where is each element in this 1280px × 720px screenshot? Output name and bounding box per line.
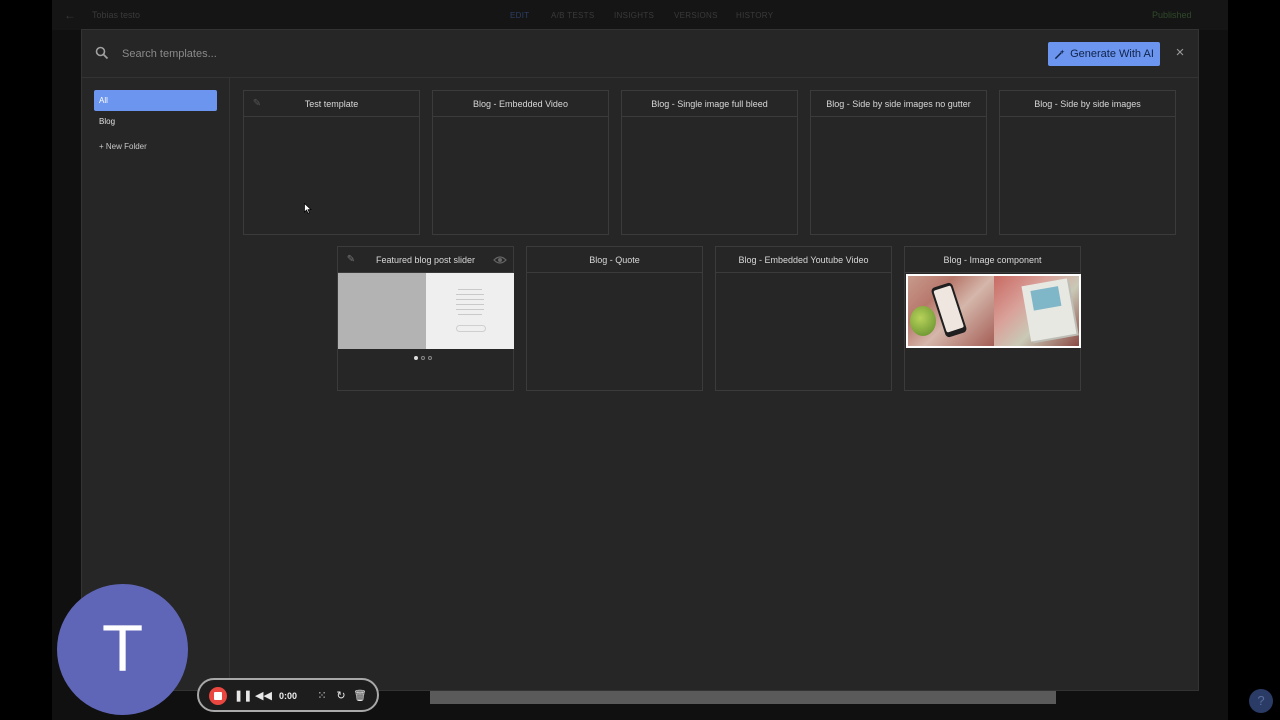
card-header: Blog - Quote [527, 247, 702, 273]
card-header: ✎ Featured blog post slider [338, 247, 513, 273]
background-progress-bar [430, 690, 1056, 704]
background-tab-edit: EDIT [510, 11, 530, 20]
template-title: Test template [304, 99, 359, 109]
slider-dot [414, 356, 418, 360]
recording-control-bar: ❚❚ ◀◀ 0:00 ⁙ ↻ 🗑 [197, 678, 379, 712]
slider-pagination-dots [414, 356, 438, 362]
search-icon [95, 46, 109, 60]
slider-text-placeholder [426, 273, 514, 349]
pause-icon[interactable]: ❚❚ [234, 688, 252, 704]
fruit-bowl [910, 306, 936, 336]
stop-recording-button[interactable] [209, 687, 227, 705]
generate-with-ai-label: Generate With AI [1070, 48, 1154, 60]
template-title: Blog - Image component [943, 255, 1042, 265]
template-card[interactable]: Blog - Image component [904, 246, 1081, 391]
template-card[interactable]: Blog - Single image full bleed [621, 90, 798, 235]
slider-dot [421, 356, 425, 360]
phone-photo [908, 276, 994, 346]
template-card[interactable]: ✎ Test template [243, 90, 420, 235]
background-status: Published [1152, 10, 1192, 20]
magazine-photo [993, 276, 1079, 346]
mouse-cursor-icon [304, 203, 312, 214]
restart-icon[interactable]: ↻ [334, 688, 348, 704]
template-card[interactable]: Blog - Side by side images [999, 90, 1176, 235]
background-tab-ab-tests: A/B TESTS [551, 11, 595, 20]
template-title: Blog - Embedded Youtube Video [738, 255, 869, 265]
rewind-icon[interactable]: ◀◀ [255, 688, 272, 704]
slider-thumbnail [338, 273, 514, 349]
card-header: Blog - Image component [905, 247, 1080, 273]
background-tab-history: HISTORY [736, 11, 774, 20]
modal-header: Generate With AI × [82, 30, 1198, 78]
phone-shape [930, 281, 968, 339]
search-input[interactable] [122, 43, 522, 65]
image-component-thumbnail [906, 274, 1081, 348]
card-header: ✎ Test template [244, 91, 419, 117]
template-card[interactable]: Blog - Embedded Youtube Video [715, 246, 892, 391]
card-header: Blog - Embedded Youtube Video [716, 247, 891, 273]
generate-with-ai-button[interactable]: Generate With AI [1048, 42, 1160, 66]
background-tab-insights: INSIGHTS [614, 11, 655, 20]
magazine-image [1029, 286, 1061, 311]
template-title: Featured blog post slider [375, 255, 476, 265]
template-title: Blog - Quote [589, 255, 640, 265]
new-folder-button[interactable]: + New Folder [94, 136, 217, 157]
template-card[interactable]: ✎ Featured blog post slider [337, 246, 514, 391]
slider-dot [428, 356, 432, 360]
template-title: Blog - Embedded Video [473, 99, 568, 109]
sidebar-item-blog[interactable]: Blog [94, 111, 217, 132]
card-header: Blog - Embedded Video [433, 91, 608, 117]
card-header: Blog - Single image full bleed [622, 91, 797, 117]
slider-button-placeholder [456, 325, 486, 332]
trash-icon[interactable]: 🗑 [353, 688, 367, 704]
grid-icon[interactable]: ⁙ [315, 688, 329, 704]
background-page-title: Tobias testo [92, 10, 141, 20]
magic-wand-icon [1054, 48, 1065, 59]
template-card[interactable]: Blog - Side by side images no gutter [810, 90, 987, 235]
background-topbar: ← Tobias testo EDIT A/B TESTS INSIGHTS V… [52, 0, 1228, 30]
template-picker-modal: Generate With AI × All Blog + New Folder… [81, 29, 1199, 691]
phone-screen [933, 285, 965, 333]
template-title: Blog - Side by side images [1034, 99, 1141, 109]
slider-image-placeholder [338, 273, 426, 349]
preview-eye-icon[interactable] [493, 253, 507, 267]
background-tab-versions: VERSIONS [674, 11, 718, 20]
magazine-shape [1020, 278, 1077, 342]
template-title: Blog - Side by side images no gutter [826, 99, 971, 109]
close-icon[interactable]: × [1172, 44, 1188, 62]
screen: ← Tobias testo EDIT A/B TESTS INSIGHTS V… [0, 0, 1280, 720]
card-header: Blog - Side by side images no gutter [811, 91, 986, 117]
back-arrow-icon: ← [64, 8, 76, 22]
help-icon: ? [1249, 689, 1273, 713]
template-title: Blog - Single image full bleed [651, 99, 768, 109]
sidebar-item-all[interactable]: All [94, 90, 217, 111]
recording-timer: 0:00 [279, 691, 298, 701]
template-card[interactable]: Blog - Quote [526, 246, 703, 391]
template-card[interactable]: Blog - Embedded Video [432, 90, 609, 235]
webcam-avatar: T [57, 584, 188, 715]
card-header: Blog - Side by side images [1000, 91, 1175, 117]
